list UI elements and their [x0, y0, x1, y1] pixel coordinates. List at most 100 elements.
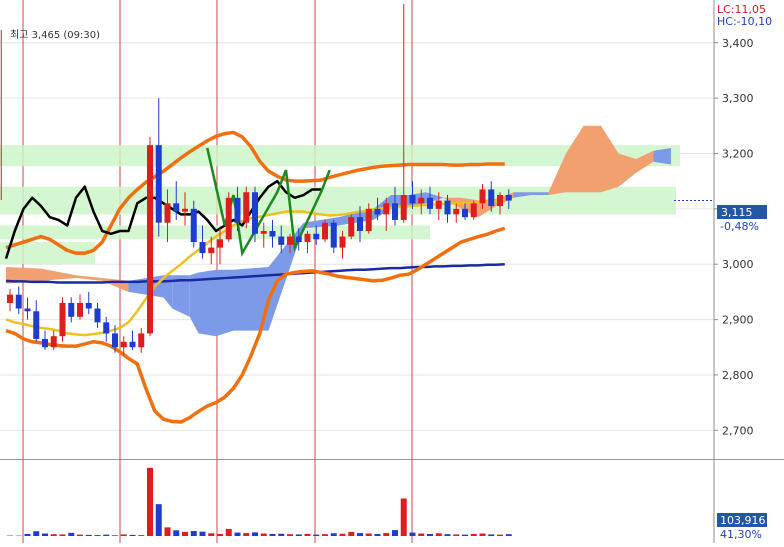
volume-bar: [453, 534, 459, 536]
volume-bar: [95, 535, 101, 536]
price-tick-label: 3,300: [722, 92, 754, 105]
volume-bar: [383, 533, 389, 536]
volume-bar: [375, 534, 381, 536]
volume-bar: [208, 533, 214, 536]
volume-bar: [366, 534, 372, 537]
volume-bar: [191, 531, 197, 536]
volume-bar: [103, 535, 109, 536]
candle-body: [42, 339, 48, 347]
candle-body: [401, 195, 407, 220]
candle-body: [51, 336, 57, 347]
candle-body: [418, 198, 424, 204]
candle-body: [392, 203, 398, 220]
volume-bar: [165, 527, 171, 536]
candle-body: [235, 198, 241, 223]
volume-bar: [331, 533, 337, 536]
volume-bar: [121, 534, 127, 536]
price-tick-label: 2,900: [722, 314, 754, 327]
stock-chart: 3,4003,3003,2003,1003,0002,9002,8002,700…: [0, 0, 784, 543]
volume-bar: [243, 533, 249, 536]
volume-bar: [313, 535, 319, 536]
volume-bar: [33, 531, 39, 536]
candle-body: [138, 333, 144, 347]
volume-bar: [182, 532, 188, 536]
candle-body: [60, 303, 66, 336]
volume-bar: [357, 533, 363, 536]
candle-body: [296, 237, 302, 243]
volume-bar: [86, 535, 92, 536]
candle-body: [208, 248, 214, 254]
volume-bar: [217, 534, 223, 536]
candle-body: [112, 333, 118, 347]
volume-bar: [445, 534, 451, 536]
volume-bar: [427, 534, 433, 536]
candle-body: [305, 234, 311, 242]
volume-bar: [305, 534, 311, 536]
volume-bar: [156, 504, 162, 536]
volume-bar: [348, 532, 354, 536]
candle-body: [25, 309, 31, 312]
price-tick-label: 3,400: [722, 37, 754, 50]
volume-bar: [42, 534, 48, 537]
volume-bar: [296, 534, 302, 536]
cloud-segment: [584, 126, 602, 192]
candle-body: [436, 201, 442, 209]
volume-bar: [401, 499, 407, 537]
volume-bar: [418, 534, 424, 537]
high-annotation: 최고 3,465 (09:30): [10, 29, 100, 41]
price-tick-label: 3,000: [722, 258, 754, 271]
volume-bar: [410, 533, 416, 536]
candle-body: [226, 198, 232, 240]
volume-bar: [270, 534, 276, 536]
candle-body: [313, 234, 319, 240]
cloud-segment: [654, 148, 672, 165]
candle-body: [278, 237, 284, 245]
candle-body: [68, 303, 74, 317]
volume-bar: [261, 534, 267, 537]
candle-body: [217, 239, 223, 247]
candle-body: [383, 203, 389, 214]
volume-bar: [392, 530, 398, 536]
volume-bar: [147, 468, 153, 536]
candle-body: [322, 223, 328, 240]
volume-bar: [436, 533, 442, 536]
candle-body: [261, 231, 267, 234]
candle-body: [182, 209, 188, 212]
candle-body: [156, 145, 162, 223]
price-tick-label: 2,700: [722, 424, 754, 437]
candle-body: [243, 192, 249, 222]
volume-bar: [112, 535, 118, 536]
volume-bar: [51, 534, 57, 536]
candle-body: [77, 303, 83, 317]
candle-body: [33, 311, 39, 339]
volume-bar: [471, 534, 477, 536]
change-percent-label: -0,48%: [720, 220, 759, 233]
current-price-label: 3,115: [721, 206, 753, 219]
candle-body: [471, 203, 477, 217]
cloud-segment: [216, 270, 234, 336]
candle-body: [488, 189, 494, 206]
candle-body: [130, 342, 136, 348]
volume-bar: [462, 535, 468, 536]
candle-body: [121, 342, 127, 348]
candle-body: [453, 209, 459, 215]
candle-body: [86, 303, 92, 309]
candle-body: [331, 223, 337, 248]
volume-bar: [252, 532, 258, 536]
candle-body: [7, 295, 13, 303]
volume-current-label: 103,916: [720, 514, 766, 527]
candle-body: [497, 195, 503, 206]
candle-body: [16, 295, 22, 309]
candle-body: [103, 322, 109, 333]
volume-bar: [278, 534, 284, 536]
volume-bar: [60, 534, 66, 536]
volume-bar: [68, 533, 74, 536]
volume-bar: [226, 529, 232, 536]
cloud-segment: [531, 192, 549, 195]
candle-body: [348, 217, 354, 236]
volume-bar: [488, 534, 494, 536]
chart-svg: 3,4003,3003,2003,1003,0002,9002,8002,700…: [0, 0, 784, 543]
candle-body: [95, 309, 101, 323]
candle-body: [173, 203, 179, 211]
candle-body: [506, 195, 512, 201]
